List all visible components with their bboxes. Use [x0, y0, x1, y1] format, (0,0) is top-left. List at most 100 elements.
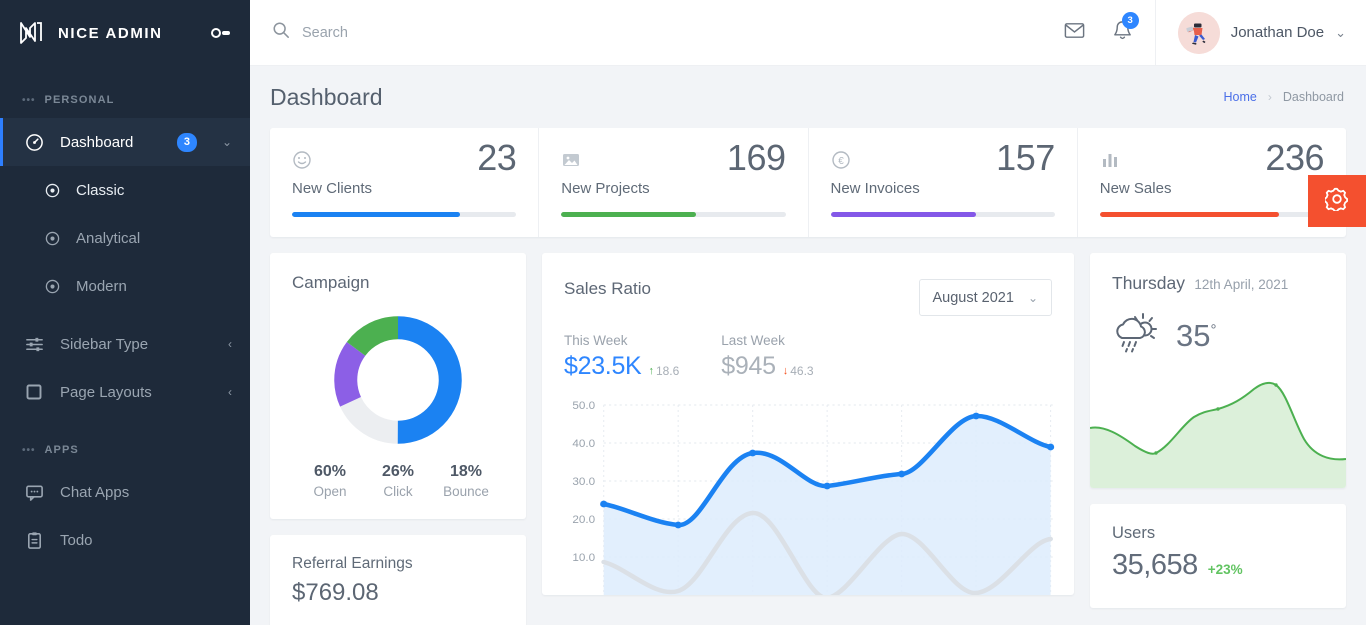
svg-text:10.0: 10.0 — [572, 552, 595, 564]
chevron-left-icon[interactable]: ‹ — [228, 385, 232, 399]
sidebar-item-classic[interactable]: Classic — [0, 166, 250, 214]
sidebar-item-label: Sidebar Type — [60, 335, 149, 353]
section-dots-icon: ••• — [22, 94, 36, 106]
period-value: August 2021 — [932, 289, 1014, 306]
chat-bubble-icon — [24, 482, 44, 502]
sidebar-item-label: Analytical — [76, 229, 141, 247]
delta-value: 18.6 — [655, 364, 680, 378]
period-select[interactable]: August 2021 ⌄ — [918, 279, 1052, 316]
left-column: Campaign 60% Open 26% Click 18% Bounce R… — [270, 253, 526, 625]
topbar-actions: 3 Jonathan Doe ⌄ — [1051, 0, 1366, 66]
progress-track — [561, 212, 786, 217]
sales-ratio-title: Sales Ratio — [564, 279, 651, 298]
section-label: APPS — [44, 444, 79, 456]
profile-menu[interactable]: Jonathan Doe ⌄ — [1154, 0, 1366, 66]
topbar: 3 — [250, 0, 1366, 66]
arrow-up-icon: ↑ — [648, 365, 654, 377]
stat-value: 23 — [477, 137, 517, 178]
stat-label: Bounce — [443, 484, 489, 499]
weather-area-chart — [1090, 373, 1346, 488]
bar-chart-icon — [1100, 150, 1120, 175]
stat-value: 236 — [1265, 137, 1324, 178]
breadcrumb: Home › Dashboard — [1224, 90, 1345, 104]
sidebar-item-label: Modern — [76, 277, 127, 295]
campaign-title: Campaign — [292, 273, 370, 292]
page-header: Dashboard Home › Dashboard — [250, 66, 1366, 128]
stat-value: 26% — [381, 463, 415, 480]
sales-ratio-summary: This Week $23.5K ↑ 18.6 Last Week $945 ↓… — [564, 333, 1052, 381]
chevron-down-icon[interactable]: ⌄ — [222, 135, 232, 149]
right-column: Thursday 12th April, 2021 35° Users 35,6… — [1090, 253, 1346, 624]
delta-value: 46.3 — [790, 364, 814, 378]
weather-date: 12th April, 2021 — [1194, 277, 1289, 292]
stat-card-new-clients: 23 New Clients — [270, 128, 540, 237]
progress-fill — [1099, 212, 1280, 217]
last-week-delta: ↓ 46.3 — [783, 364, 814, 378]
circle-dot-icon — [44, 228, 60, 248]
weather-temperature: 35° — [1176, 318, 1216, 354]
sales-ratio-card: Sales Ratio August 2021 ⌄ This Week $23.… — [542, 253, 1074, 595]
sidebar-toggle-icon[interactable] — [210, 26, 232, 40]
svg-text:50.0: 50.0 — [572, 400, 595, 412]
this-week-delta: ↑ 18.6 — [648, 364, 679, 378]
progress-fill — [830, 212, 977, 217]
dashboard-content: 23 New Clients 169 New Projects € 157 Ne… — [250, 128, 1366, 625]
sidebar-section-apps: ••• APPS — [0, 416, 250, 468]
progress-fill — [292, 212, 461, 217]
section-label: PERSONAL — [44, 94, 115, 106]
users-label: Users — [1112, 524, 1156, 542]
progress-track — [830, 212, 1055, 217]
stat-label: New Projects — [561, 180, 650, 197]
messages-button[interactable] — [1051, 0, 1099, 66]
square-icon — [24, 382, 44, 402]
this-week-value: $23.5K — [564, 352, 642, 380]
progress-fill — [561, 212, 696, 217]
campaign-stat-click: 26% Click — [364, 463, 432, 499]
sun-behind-rain-cloud-icon — [1112, 308, 1164, 363]
dashboard-row: Campaign 60% Open 26% Click 18% Bounce R… — [270, 253, 1346, 625]
notification-count-badge: 3 — [1121, 11, 1139, 29]
speedometer-icon — [24, 132, 44, 152]
envelope-icon — [1063, 19, 1086, 47]
stat-label: New Invoices — [830, 180, 920, 197]
last-week-label: Last Week — [721, 333, 785, 348]
smiley-face-icon — [292, 150, 312, 175]
brand-header: NICE ADMIN — [0, 0, 250, 66]
nice-admin-logo-icon — [18, 20, 44, 46]
stat-card-new-projects: 169 New Projects — [539, 128, 809, 237]
circle-dot-icon — [44, 276, 60, 296]
sidebar-item-analytical[interactable]: Analytical — [0, 214, 250, 262]
image-picture-icon — [561, 150, 581, 175]
chevron-left-icon[interactable]: ‹ — [228, 337, 232, 351]
sales-ratio-chart: 50.0 40.0 30.0 20.0 10.0 — [542, 381, 1074, 595]
progress-track — [292, 212, 517, 217]
sidebar-item-chat-apps[interactable]: Chat Apps — [0, 468, 250, 516]
users-card: Users 35,658 +23% — [1090, 504, 1346, 608]
main-area: 3 — [250, 0, 1366, 625]
breadcrumb-home[interactable]: Home — [1224, 90, 1257, 104]
settings-fab-button[interactable] — [1308, 175, 1366, 227]
search-box[interactable] — [250, 21, 1051, 44]
arrow-down-icon: ↓ — [782, 365, 789, 377]
stat-value: 18% — [449, 463, 483, 480]
sidebar-item-todo[interactable]: Todo — [0, 516, 250, 564]
sidebar-item-label: Dashboard — [60, 133, 134, 151]
chevron-down-icon[interactable]: ⌄ — [1335, 25, 1346, 41]
campaign-donut-chart — [292, 311, 504, 449]
referral-label: Referral Earnings — [292, 555, 413, 572]
search-input[interactable] — [302, 24, 602, 41]
sidebar-item-sidebar-type[interactable]: Sidebar Type ‹ — [0, 320, 250, 368]
users-change: +23% — [1207, 562, 1243, 577]
notifications-button[interactable]: 3 — [1099, 0, 1147, 66]
brand-name: NICE ADMIN — [58, 24, 163, 42]
sidebar-item-modern[interactable]: Modern — [0, 262, 250, 310]
euro-coin-icon: € — [831, 150, 851, 175]
stat-value: 169 — [726, 137, 786, 178]
sidebar-item-page-layouts[interactable]: Page Layouts ‹ — [0, 368, 250, 416]
weather-day: Thursday — [1112, 273, 1185, 293]
section-dots-icon: ••• — [22, 444, 36, 456]
weather-date-row: Thursday 12th April, 2021 — [1112, 273, 1324, 294]
sidebar-item-dashboard[interactable]: Dashboard 3 ⌄ — [0, 118, 250, 166]
gear-icon — [1323, 187, 1349, 216]
svg-text:40.0: 40.0 — [572, 438, 595, 450]
